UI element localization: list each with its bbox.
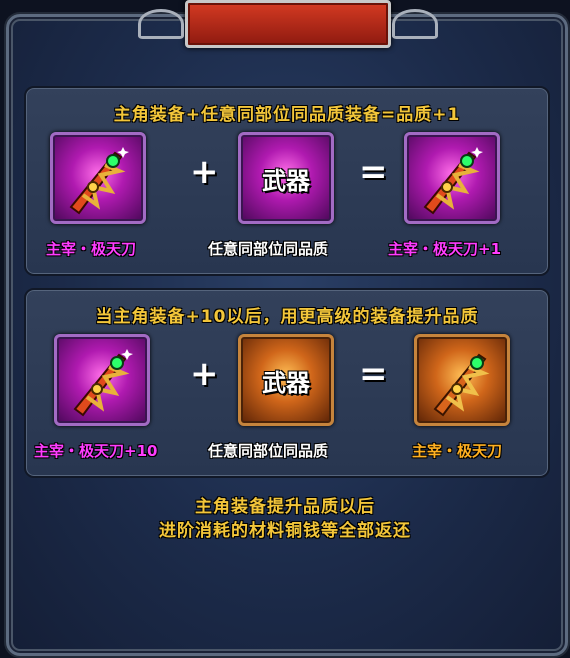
sword-icon: [73, 349, 133, 417]
material-label: 任意同部位同品质: [208, 442, 329, 460]
sword-icon: [69, 147, 129, 215]
result-item-name: 主宰・极天刀: [412, 442, 503, 460]
weapon-placeholder-icon: 武器: [262, 368, 310, 397]
material-slot[interactable]: 武器: [238, 334, 334, 426]
rule-panel-same-quality: 主角装备+任意同部位同品质装备=品质+1 + 武器 = 主宰・极天刀 任意同部位…: [24, 86, 550, 276]
plus-operator: +: [190, 152, 219, 192]
rule-heading: 主角装备+任意同部位同品质装备=品质+1: [113, 105, 461, 125]
footer-note-line1: 主角装备提升品质以后: [195, 497, 375, 517]
material-label: 任意同部位同品质: [208, 240, 329, 258]
equals-operator: =: [359, 354, 388, 394]
source-item-slot[interactable]: [54, 334, 150, 426]
sword-icon: [433, 353, 490, 417]
weapon-placeholder-icon: 武器: [262, 166, 310, 195]
rule-heading: 当主角装备+10以后，用更高级的装备提升品质: [95, 307, 479, 327]
result-item-slot[interactable]: [414, 334, 510, 426]
sword-icon: [423, 147, 483, 215]
rule-panel-higher-quality: 当主角装备+10以后，用更高级的装备提升品质 + 武器 = 主宰・极天刀+10: [24, 288, 550, 478]
plus-operator: +: [190, 354, 219, 394]
result-item-slot[interactable]: [404, 132, 500, 224]
upgrade-rules-window: 主角装备+任意同部位同品质装备=品质+1 + 武器 = 主宰・极天刀 任意同部位…: [0, 0, 570, 658]
source-item-name: 主宰・极天刀+10: [34, 442, 158, 460]
title-ornament: [138, 0, 438, 48]
source-item-slot[interactable]: [50, 132, 146, 224]
result-item-name: 主宰・极天刀+1: [388, 240, 502, 258]
material-slot[interactable]: 武器: [238, 132, 334, 224]
equals-operator: =: [359, 152, 388, 192]
source-item-name: 主宰・极天刀: [46, 240, 137, 258]
footer-note-line2: 进阶消耗的材料铜钱等全部返还: [159, 521, 411, 541]
